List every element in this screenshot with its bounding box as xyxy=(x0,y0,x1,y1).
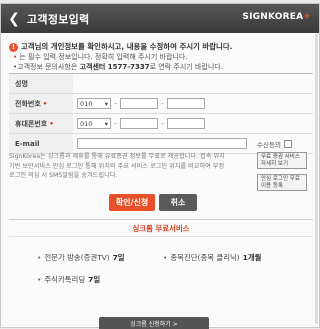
warning-icon: ! xyxy=(9,42,18,52)
dash: - xyxy=(114,119,117,128)
customer-info-dialog: ❮ 고객정보입력 SIGNKOREA+ ! 고객님의 개인정보를 확인하시고, … xyxy=(0,3,320,329)
mobile-label: 휴대폰번호 • xyxy=(9,114,73,133)
notice-box: ! 고객님의 개인정보를 확인하시고, 내용을 수정하여 주시기 바랍니다. •… xyxy=(9,42,313,72)
name-label: 성명 xyxy=(9,74,73,93)
notice-contact-line: •고객정보 문의사항은 고객센터 1577-7337로 연락 주시기 바랍니다. xyxy=(13,63,223,71)
title-bar: ❮ 고객정보입력 SIGNKOREA+ xyxy=(1,4,319,33)
customer-form: 성명 전화번호 • 010 ▾ - - 휴대폰번호 • 010 ▾ - - E-mail… xyxy=(9,73,313,154)
phone-row: 전화번호 • 010 ▾ - - xyxy=(9,94,313,114)
chevron-down-icon: ▾ xyxy=(104,99,108,108)
services-divider xyxy=(9,236,313,237)
phone-middle-input[interactable] xyxy=(120,98,158,109)
email-label: E-mail xyxy=(9,134,73,153)
dialog-title: 고객정보입력 xyxy=(27,12,90,26)
syncrom-apply-button[interactable]: 싱크롬 신청하기 > xyxy=(99,317,209,329)
dash: - xyxy=(114,99,117,108)
back-arrow-icon[interactable]: ❮ xyxy=(5,10,23,28)
service-item-broadcast: • 전문가 방송(증권TV) 7일 xyxy=(37,253,125,262)
info-text: SignKorea는 싱크롬과 제휴를 통해 유료증권 정보를 무료로 제공합니… xyxy=(9,153,225,179)
phone-prefix-select[interactable]: 010 ▾ xyxy=(77,98,111,109)
email-input[interactable] xyxy=(77,138,247,149)
notice-heading: ! 고객님의 개인정보를 확인하시고, 내용을 수정하여 주시기 바랍니다. xyxy=(9,42,313,52)
service-item-clinic: • 종목진단(종목 클리닉) 1개월 xyxy=(163,253,262,262)
mobile-prefix-select[interactable]: 010 ▾ xyxy=(77,118,111,129)
services-title: 싱크롬 무료서비스 xyxy=(9,219,313,237)
mobile-row: 휴대폰번호 • 010 ▾ - - xyxy=(9,114,313,134)
mobile-middle-input[interactable] xyxy=(120,118,158,129)
mobile-last-input[interactable] xyxy=(167,118,205,129)
phone-last-input[interactable] xyxy=(167,98,205,109)
email-row: E-mail 수신동의 xyxy=(9,134,313,154)
dash: - xyxy=(161,99,164,108)
free-service-detail-button[interactable]: 무료 증권 서비스 자세히 보기 xyxy=(257,152,307,169)
confirm-button[interactable]: 확인/신청 xyxy=(109,194,155,211)
safe-login-register-button[interactable]: 안심 로그인 무료이용 등록 xyxy=(257,174,307,191)
name-row: 성명 xyxy=(9,74,313,94)
service-item-kakao: • 주식카톡리딩 7일 xyxy=(37,275,101,284)
email-agree-checkbox[interactable] xyxy=(283,139,292,148)
notice-required-line: • 는 필수 입력 정보입니다. 정확히 입력해 주시기 바랍니다. xyxy=(13,53,188,61)
signkorea-logo: SIGNKOREA+ xyxy=(242,12,311,22)
phone-label: 전화번호 • xyxy=(9,94,73,113)
scrollbar[interactable] xyxy=(315,34,318,324)
email-agree: 수신동의 xyxy=(257,139,292,149)
dash: - xyxy=(161,119,164,128)
chevron-down-icon: ▾ xyxy=(104,119,108,128)
cancel-button[interactable]: 취소 xyxy=(159,194,197,211)
